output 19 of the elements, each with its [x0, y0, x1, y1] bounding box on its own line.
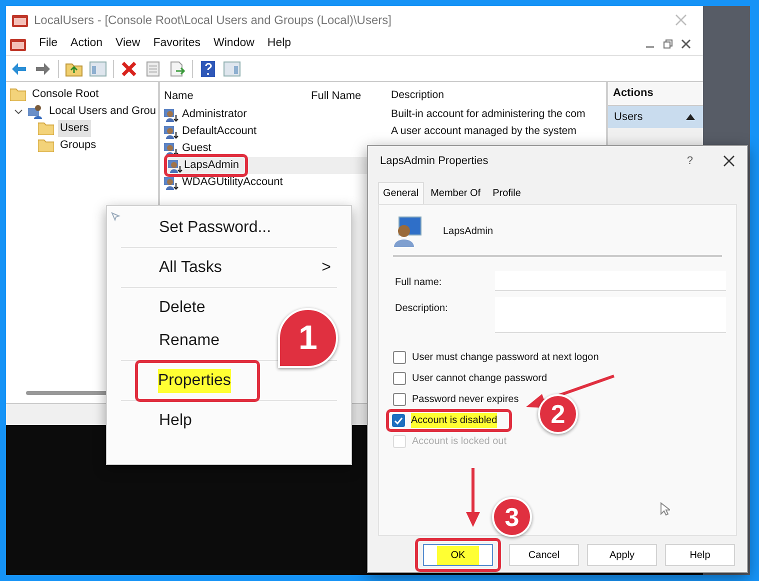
user-name: Guest	[182, 141, 212, 156]
checkbox-label: User cannot change password	[412, 372, 548, 386]
field-label: Full name:	[395, 276, 443, 290]
description-text: Built-in account for administering the com	[391, 108, 586, 120]
checkbox-label: Account is locked out	[412, 435, 506, 449]
checkbox-label: Account is disabled	[411, 413, 498, 428]
submenu-arrow: >	[322, 258, 331, 278]
description-text: A user account managed by the system	[391, 124, 576, 137]
user-name: DefaultAccount	[182, 124, 257, 140]
user-name: LapsAdmin	[184, 158, 240, 174]
checkbox-label: Password never expires	[412, 393, 519, 407]
user-name: WDAGUtilityAccount	[182, 175, 283, 190]
user-name: LapsAdmin	[443, 224, 494, 238]
checkbox-label: User must change password at next logon	[412, 351, 599, 365]
field-label: Description:	[395, 302, 449, 316]
user-name: Administrator	[182, 107, 247, 122]
window-title: LocalUsers - [Console Root\Local Users and Groups (Local)\Users]	[34, 12, 392, 28]
actions-header: Actions	[608, 82, 703, 106]
dialog-title: LapsAdmin Properties	[380, 154, 488, 169]
